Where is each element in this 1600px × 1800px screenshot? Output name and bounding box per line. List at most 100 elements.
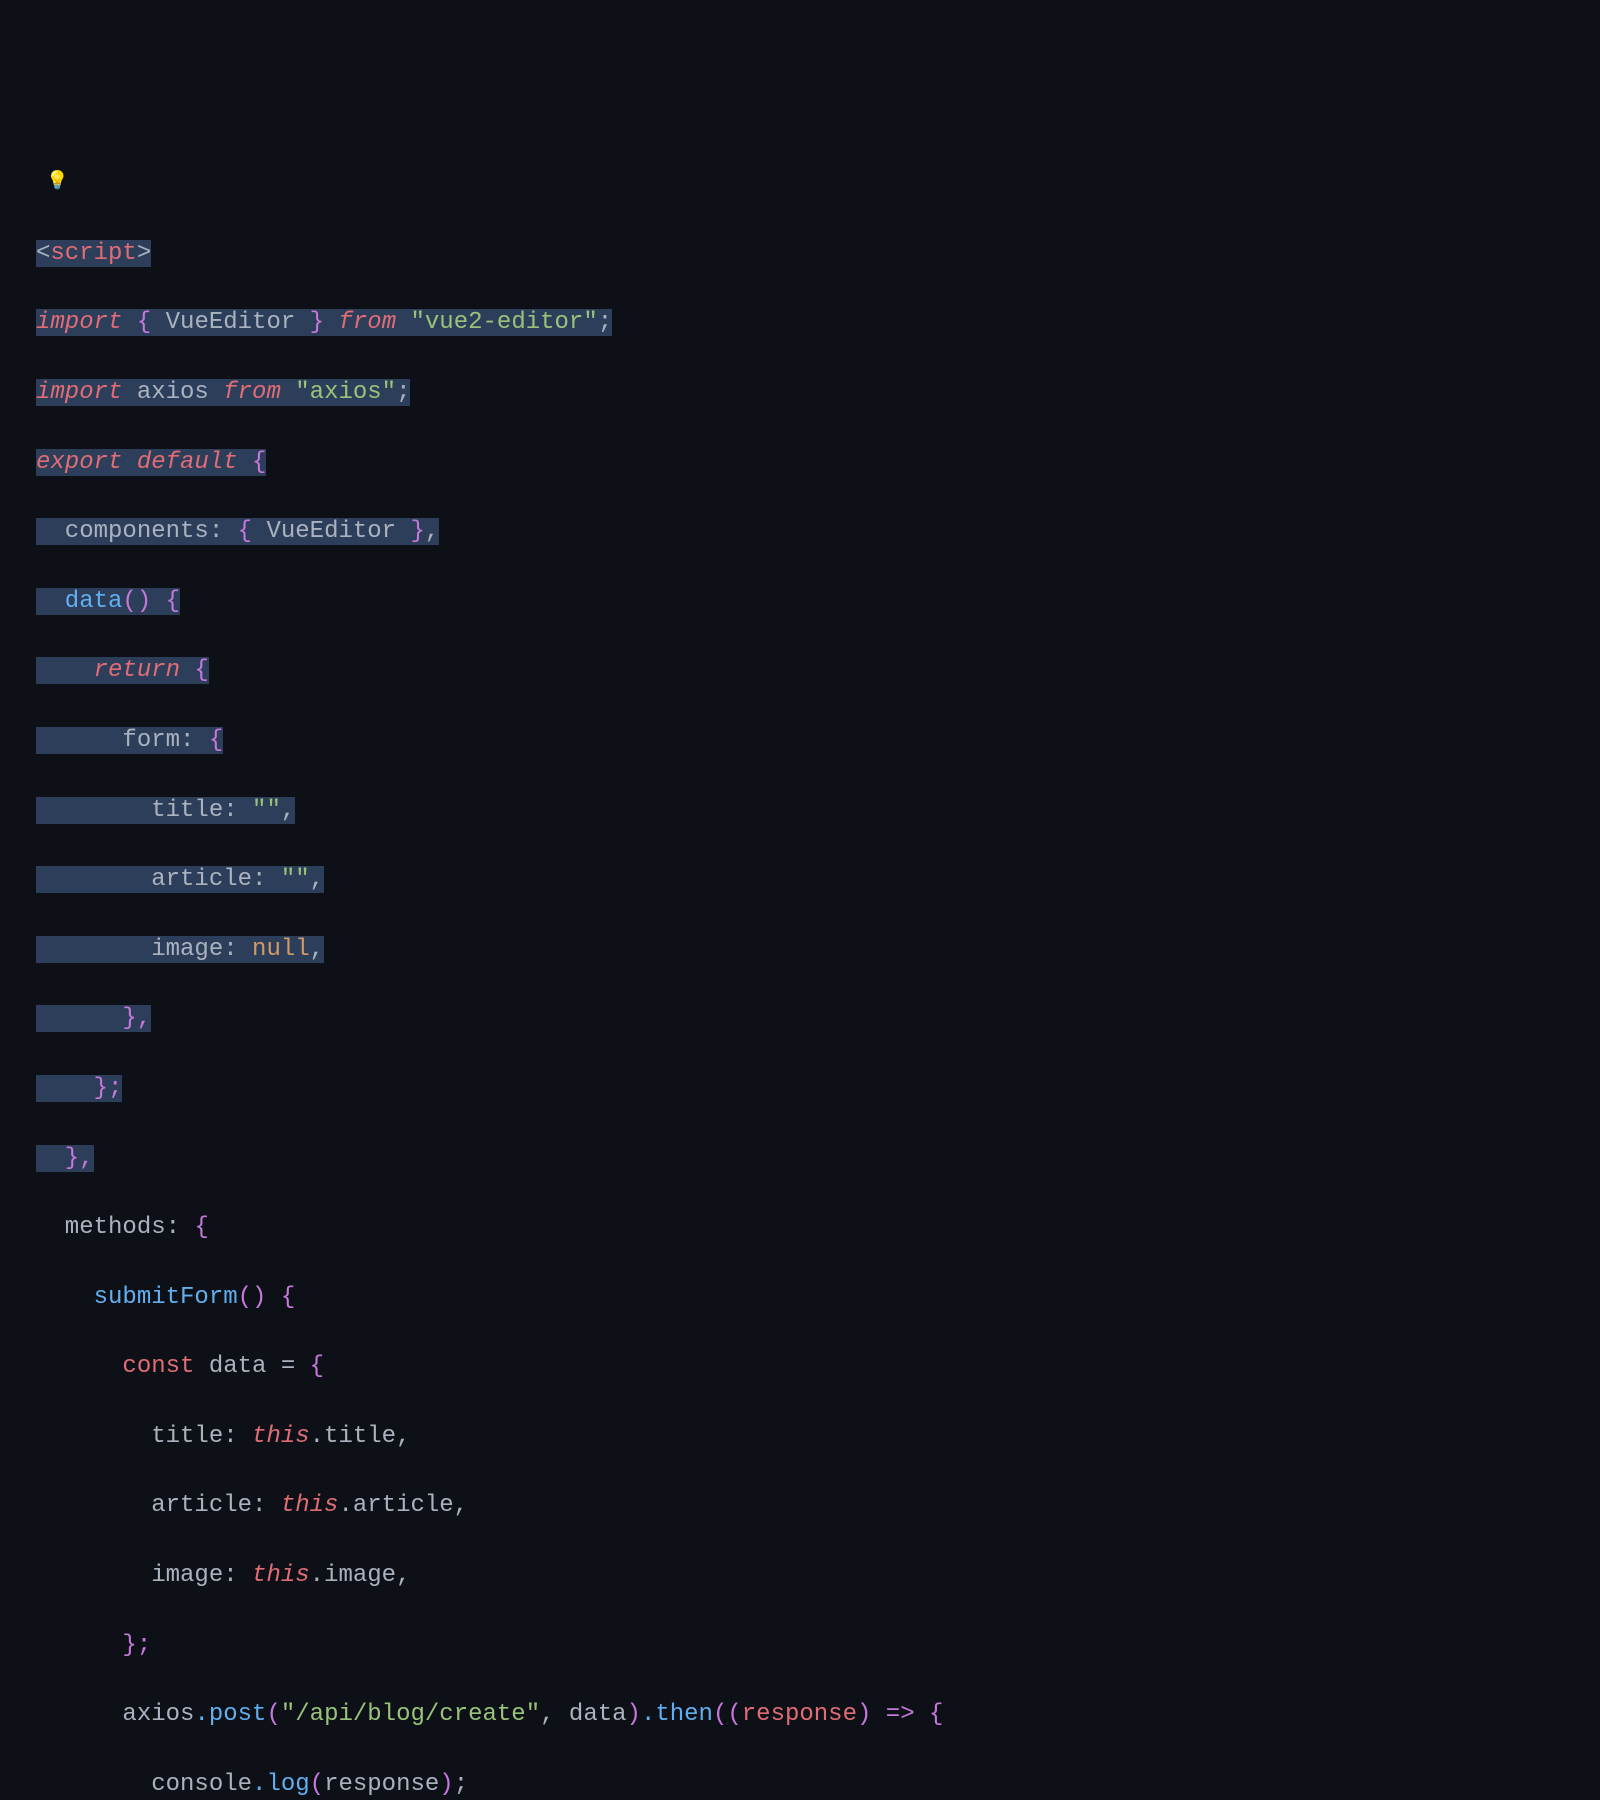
code-line: }; <box>36 1629 1600 1664</box>
code-line: image: null, <box>36 933 1600 968</box>
keyword-const: const <box>36 1353 194 1380</box>
code-editor[interactable]: 💡 <script> import { VueEditor } from "vu… <box>36 167 1600 1800</box>
code-line: export default { <box>36 446 1600 481</box>
brace: { <box>151 588 180 615</box>
code-line: }, <box>36 1142 1600 1177</box>
paren: () <box>122 588 151 615</box>
code-line: }, <box>36 1002 1600 1037</box>
brace: { <box>209 727 223 754</box>
code-line: methods: { <box>36 1211 1600 1246</box>
identifier: axios <box>122 379 223 406</box>
semicolon: ; <box>598 309 612 336</box>
brace: } <box>295 309 338 336</box>
keyword-default: default <box>122 449 237 476</box>
brace: { <box>194 1214 208 1241</box>
tag-bracket: > <box>137 240 151 267</box>
tag-name: script <box>50 240 136 267</box>
string-literal: "axios" <box>281 379 396 406</box>
member-access: .article, <box>338 1492 468 1519</box>
comma: , <box>425 518 439 545</box>
keyword-return: return <box>36 657 180 684</box>
brace: { <box>122 309 165 336</box>
keyword-import: import <box>36 309 122 336</box>
code-line: components: { VueEditor }, <box>36 515 1600 550</box>
code-line: title: "", <box>36 794 1600 829</box>
lightbulb-icon[interactable]: 💡 <box>46 169 68 195</box>
code-line: }; <box>36 1072 1600 1107</box>
property: title: <box>36 797 252 824</box>
keyword-this: this <box>281 1492 339 1519</box>
brace: { <box>238 518 267 545</box>
brace-close: }, <box>36 1145 94 1172</box>
code-line: article: "", <box>36 863 1600 898</box>
code-line: console.log(response); <box>36 1768 1600 1800</box>
paren: () <box>238 1284 267 1311</box>
string-literal: "vue2-editor" <box>396 309 598 336</box>
code-line: const data = { <box>36 1350 1600 1385</box>
identifier: VueEditor <box>166 309 296 336</box>
operator: = <box>266 1353 309 1380</box>
tag-bracket: < <box>36 240 50 267</box>
property: article: <box>36 866 281 893</box>
identifier: data <box>194 1353 266 1380</box>
keyword-this: this <box>252 1423 310 1450</box>
method-name: data <box>36 588 122 615</box>
code-line: return { <box>36 654 1600 689</box>
parameter: response <box>742 1701 857 1728</box>
property: form: <box>36 727 209 754</box>
semicolon: ; <box>396 379 410 406</box>
brace: { <box>310 1353 324 1380</box>
code-line: submitForm() { <box>36 1281 1600 1316</box>
method-call: .then <box>641 1701 713 1728</box>
paren: ( <box>310 1771 324 1798</box>
identifier: console <box>36 1771 252 1798</box>
paren: ) <box>627 1701 641 1728</box>
keyword-import: import <box>36 379 122 406</box>
brace-close: }; <box>36 1075 122 1102</box>
code-line: <script> <box>36 237 1600 272</box>
comma: , <box>310 866 324 893</box>
code-line: image: this.image, <box>36 1559 1600 1594</box>
property: title: <box>36 1423 252 1450</box>
arrow-function: => <box>871 1701 929 1728</box>
paren: ( <box>713 1701 727 1728</box>
semicolon: ; <box>454 1771 468 1798</box>
paren: ) <box>857 1701 871 1728</box>
code-line: import { VueEditor } from "vue2-editor"; <box>36 306 1600 341</box>
paren: ( <box>266 1701 280 1728</box>
member-access: .title, <box>310 1423 411 1450</box>
property: methods: <box>36 1214 194 1241</box>
string-literal: "" <box>281 866 310 893</box>
keyword-from: from <box>338 309 396 336</box>
argument: , data <box>540 1701 626 1728</box>
paren: ) <box>439 1771 453 1798</box>
comma: , <box>310 936 324 963</box>
string-literal: "" <box>252 797 281 824</box>
keyword-from: from <box>223 379 281 406</box>
keyword-this: this <box>252 1562 310 1589</box>
method-name: submitForm <box>36 1284 238 1311</box>
member-access: .image, <box>310 1562 411 1589</box>
identifier: response <box>324 1771 439 1798</box>
paren: ( <box>727 1701 741 1728</box>
code-line: article: this.article, <box>36 1489 1600 1524</box>
identifier: axios <box>36 1701 194 1728</box>
code-line: title: this.title, <box>36 1420 1600 1455</box>
code-line: axios.post("/api/blog/create", data).the… <box>36 1698 1600 1733</box>
property: image: <box>36 936 252 963</box>
property: components: <box>36 518 238 545</box>
property: article: <box>36 1492 281 1519</box>
brace: } <box>396 518 425 545</box>
identifier: VueEditor <box>266 518 396 545</box>
code-line: form: { <box>36 724 1600 759</box>
string-literal: "/api/blog/create" <box>281 1701 540 1728</box>
code-line: import axios from "axios"; <box>36 376 1600 411</box>
property: image: <box>36 1562 252 1589</box>
brace-close: }, <box>36 1005 151 1032</box>
brace: { <box>238 449 267 476</box>
comma: , <box>281 797 295 824</box>
brace: { <box>266 1284 295 1311</box>
brace: { <box>929 1701 943 1728</box>
brace: { <box>180 657 209 684</box>
method-call: .post <box>194 1701 266 1728</box>
